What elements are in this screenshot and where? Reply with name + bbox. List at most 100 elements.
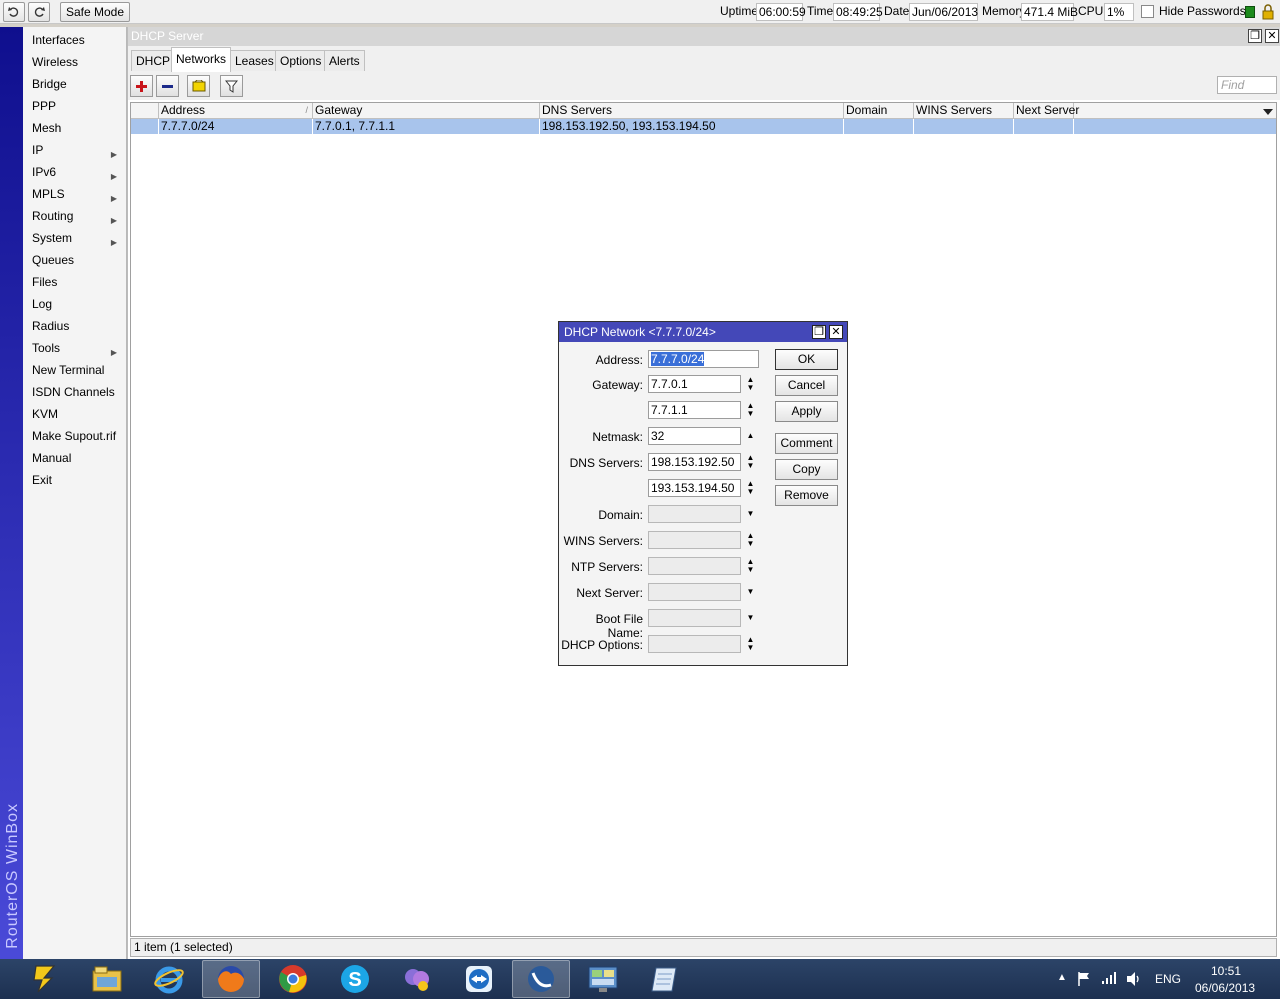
comment-button[interactable]: Comment: [775, 433, 838, 454]
safe-mode-button[interactable]: Safe Mode: [60, 2, 130, 22]
column-header-blank[interactable]: [131, 103, 159, 119]
ntp-servers-field[interactable]: [648, 557, 741, 575]
menu-item-queues[interactable]: Queues: [23, 249, 126, 271]
menu-item-mpls[interactable]: MPLS ▶: [23, 183, 126, 205]
column-header-wins-servers[interactable]: WINS Servers: [914, 103, 1014, 119]
menu-item-system[interactable]: System ▶: [23, 227, 126, 249]
taskbar-messenger[interactable]: [388, 960, 446, 998]
taskbar-notepad[interactable]: [636, 960, 694, 998]
menu-item-exit[interactable]: Exit: [23, 469, 126, 491]
cancel-button[interactable]: Cancel: [775, 375, 838, 396]
maximize-button[interactable]: ❐: [1248, 29, 1262, 43]
taskbar-control-panel[interactable]: [574, 960, 632, 998]
clock-date[interactable]: 06/06/2013: [1195, 981, 1255, 995]
clock-time[interactable]: 10:51: [1211, 964, 1241, 978]
undo-button[interactable]: [3, 2, 25, 22]
network-signal-icon[interactable]: [1101, 971, 1117, 985]
gateway-field-1[interactable]: 7.7.0.1: [648, 375, 741, 393]
column-chooser-button[interactable]: [1263, 106, 1273, 120]
column-header-gateway[interactable]: Gateway: [313, 103, 540, 119]
column-header-dns-servers[interactable]: DNS Servers: [540, 103, 844, 119]
menu-item-make-supout-rif[interactable]: Make Supout.rif: [23, 425, 126, 447]
taskbar-chrome[interactable]: [264, 960, 322, 998]
action-center-flag-icon[interactable]: [1077, 971, 1091, 987]
taskbar-internet-explorer[interactable]: [140, 960, 198, 998]
menu-item-routing[interactable]: Routing ▶: [23, 205, 126, 227]
menu-item-label: Routing: [32, 209, 74, 223]
next-server-label: Next Server:: [576, 586, 643, 600]
ok-button[interactable]: OK: [775, 349, 838, 370]
menu-item-bridge[interactable]: Bridge: [23, 73, 126, 95]
dns-2-updown-icon[interactable]: ▲ ▼: [745, 480, 756, 498]
dhcp-options-field[interactable]: [648, 635, 741, 653]
hide-passwords-checkbox[interactable]: [1141, 5, 1154, 18]
menu-item-log[interactable]: Log: [23, 293, 126, 315]
column-header-next-server[interactable]: Next Server: [1014, 103, 1079, 119]
language-indicator[interactable]: ENG: [1155, 972, 1181, 986]
tab-dhcp[interactable]: DHCP: [131, 50, 176, 71]
menu-item-ppp[interactable]: PPP: [23, 95, 126, 117]
menu-item-isdn-channels[interactable]: ISDN Channels: [23, 381, 126, 403]
menu-item-mesh[interactable]: Mesh: [23, 117, 126, 139]
column-header-domain[interactable]: Domain: [844, 103, 914, 119]
tab-alerts[interactable]: Alerts: [324, 50, 365, 71]
menu-item-new-terminal[interactable]: New Terminal: [23, 359, 126, 381]
taskbar-winbox[interactable]: [512, 960, 570, 998]
menu-item-ip[interactable]: IP ▶: [23, 139, 126, 161]
boot-file-dropdown-icon[interactable]: ▼: [745, 614, 756, 632]
domain-field[interactable]: [648, 505, 741, 523]
redo-button[interactable]: [28, 2, 50, 22]
filter-button[interactable]: [220, 75, 243, 97]
menu-item-files[interactable]: Files: [23, 271, 126, 293]
volume-icon[interactable]: [1126, 971, 1142, 987]
address-field[interactable]: 7.7.7.0/24: [648, 350, 759, 368]
tab-networks[interactable]: Networks: [171, 47, 232, 72]
column-header-address[interactable]: Address /: [159, 103, 313, 119]
window-title: DHCP Server: [131, 29, 204, 43]
ntp-updown-icon[interactable]: ▲ ▼: [745, 558, 756, 576]
apply-button[interactable]: Apply: [775, 401, 838, 422]
gateway-1-updown-icon[interactable]: ▲ ▼: [745, 376, 756, 394]
tray-show-hidden-icon[interactable]: ▲: [1057, 972, 1067, 983]
find-input[interactable]: Find: [1217, 76, 1277, 94]
dns-server-field-2[interactable]: 193.153.194.50: [648, 479, 741, 497]
gateway-field-2[interactable]: 7.7.1.1: [648, 401, 741, 419]
comment-button[interactable]: [187, 75, 210, 97]
table-row[interactable]: 7.7.7.0/24 7.7.0.1, 7.7.1.1 198.153.192.…: [131, 119, 1276, 134]
remove-button[interactable]: Remove: [775, 485, 838, 506]
taskbar-file-explorer[interactable]: [78, 960, 136, 998]
domain-dropdown-icon[interactable]: ▼: [745, 510, 756, 528]
tab-leases[interactable]: Leases: [230, 50, 279, 71]
window-titlebar[interactable]: DHCP Server ❐ ✕: [128, 27, 1280, 46]
boot-file-name-field[interactable]: [648, 609, 741, 627]
dialog-maximize-button[interactable]: ❐: [812, 325, 826, 339]
dialog-close-button[interactable]: ✕: [829, 325, 843, 339]
dns-server-field-1[interactable]: 198.153.192.50: [648, 453, 741, 471]
wins-updown-icon[interactable]: ▲ ▼: [745, 532, 756, 550]
menu-item-manual[interactable]: Manual: [23, 447, 126, 469]
tab-options[interactable]: Options: [275, 50, 327, 71]
taskbar-teamviewer[interactable]: [450, 960, 508, 998]
gateway-2-updown-icon[interactable]: ▲ ▼: [745, 402, 756, 420]
menu-item-interfaces[interactable]: Interfaces: [23, 29, 126, 51]
copy-button[interactable]: Copy: [775, 459, 838, 480]
menu-item-radius[interactable]: Radius: [23, 315, 126, 337]
taskbar-winamp[interactable]: [16, 960, 74, 998]
netmask-collapse-icon[interactable]: ▲: [745, 432, 756, 450]
menu-item-kvm[interactable]: KVM: [23, 403, 126, 425]
remove-button[interactable]: [156, 75, 179, 97]
menu-item-ipv6[interactable]: IPv6 ▶: [23, 161, 126, 183]
menu-item-wireless[interactable]: Wireless: [23, 51, 126, 73]
dhcp-options-updown-icon[interactable]: ▲ ▼: [745, 636, 756, 654]
netmask-field[interactable]: 32: [648, 427, 741, 445]
add-button[interactable]: [130, 75, 153, 97]
dns-1-updown-icon[interactable]: ▲ ▼: [745, 454, 756, 472]
taskbar-skype[interactable]: S: [326, 960, 384, 998]
taskbar-firefox[interactable]: [202, 960, 260, 998]
wins-servers-field[interactable]: [648, 531, 741, 549]
dialog-titlebar[interactable]: DHCP Network <7.7.7.0/24> ❐ ✕: [559, 322, 847, 342]
next-server-field[interactable]: [648, 583, 741, 601]
close-button[interactable]: ✕: [1265, 29, 1279, 43]
menu-item-tools[interactable]: Tools ▶: [23, 337, 126, 359]
next-server-dropdown-icon[interactable]: ▼: [745, 588, 756, 606]
